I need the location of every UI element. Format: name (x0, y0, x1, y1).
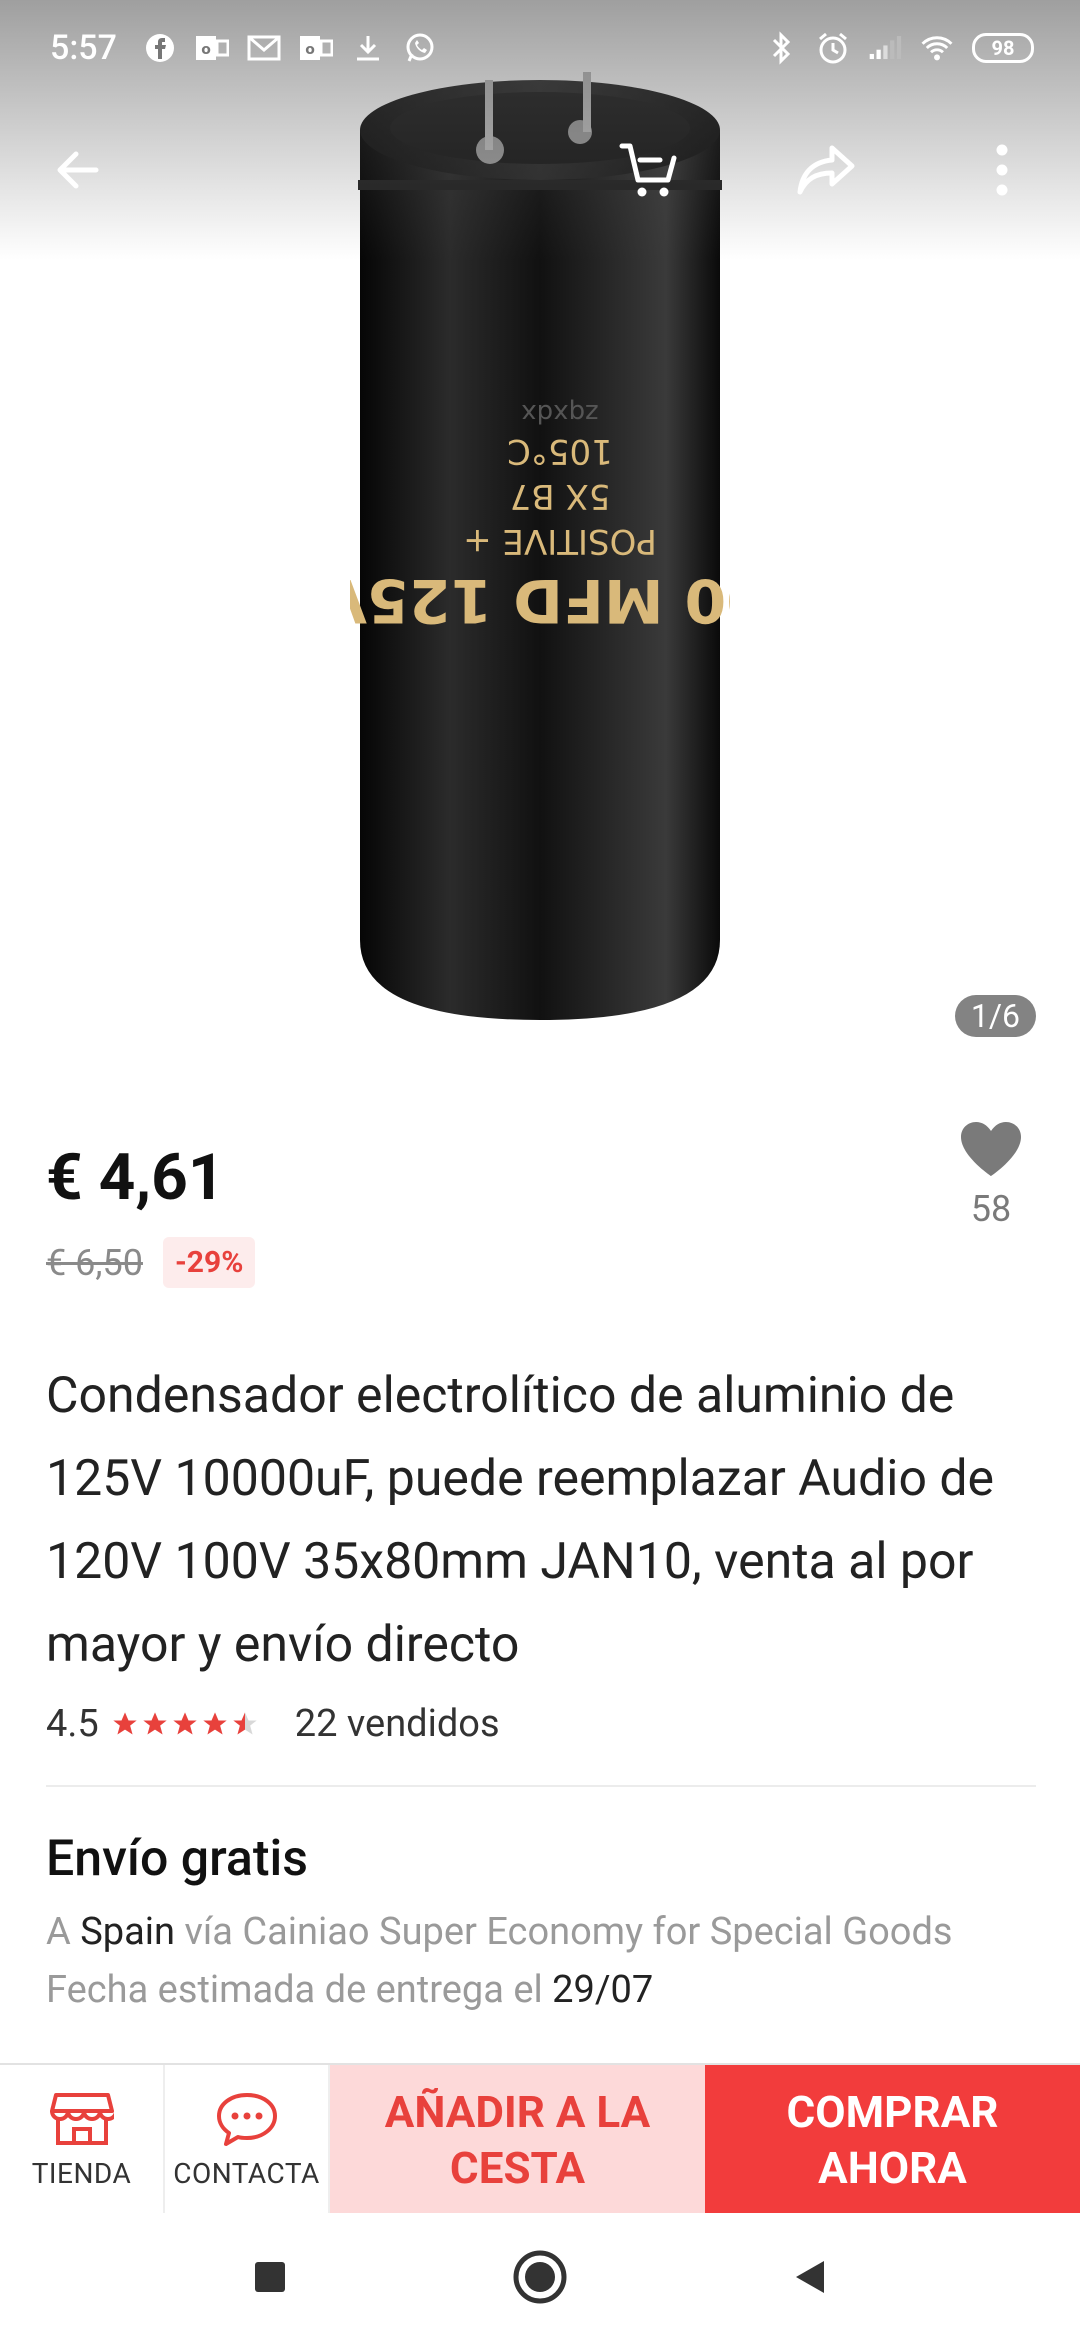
image-pager: 1/6 (954, 995, 1036, 1037)
outlook-icon: o (195, 31, 229, 65)
shipping-method: vía Cainiao Super Economy for Special Go… (184, 1910, 953, 1954)
home-button[interactable] (500, 2237, 580, 2317)
cart-icon (619, 143, 677, 197)
battery-indicator: 98 (972, 33, 1034, 63)
system-back-button[interactable] (770, 2237, 850, 2317)
rating-row[interactable]: 4.5 22 vendidos (46, 1702, 500, 1746)
buy-now-button[interactable]: COMPRAR AHORA (705, 2065, 1080, 2215)
star-icon (173, 1712, 197, 1735)
section-divider (46, 1785, 1036, 1787)
discount-badge: -29% (162, 1237, 256, 1288)
sold-count: 22 vendidos (294, 1702, 500, 1746)
gmail-icon (247, 31, 281, 65)
back-arrow-icon (57, 151, 99, 189)
product-title: Condensador electrolítico de aluminio de… (46, 1367, 995, 1674)
share-button[interactable] (778, 122, 874, 218)
rating-stars (111, 1710, 259, 1738)
original-price-row: € 6,50 -29% (46, 1237, 1036, 1288)
square-icon (255, 2261, 285, 2292)
capacitor-marking-1: 10000 MFD 125VDC (350, 565, 730, 635)
alarm-icon (816, 31, 850, 65)
delivery-date: 29/07 (552, 1968, 654, 2012)
delivery-estimate: Fecha estimada de entrega el 29/07 (46, 1968, 653, 2012)
svg-text:o: o (201, 42, 211, 58)
more-options-button[interactable] (954, 122, 1050, 218)
star-icon (203, 1712, 227, 1735)
wifi-icon (920, 31, 954, 65)
store-button[interactable]: TIENDA (0, 2065, 165, 2215)
more-vertical-icon (996, 144, 1008, 196)
star-icon (113, 1712, 137, 1735)
shipping-country: Spain (80, 1910, 176, 1954)
rating-value: 4.5 (46, 1702, 99, 1746)
shipping-title[interactable]: Envío gratis (46, 1830, 308, 1888)
wishlist-button[interactable]: 58 (946, 1120, 1036, 1230)
add-to-cart-button[interactable]: AÑADIR A LA CESTA (330, 2065, 705, 2215)
half-star-icon (233, 1712, 257, 1735)
bluetooth-icon (764, 31, 798, 65)
back-button[interactable] (30, 122, 126, 218)
chat-icon (216, 2092, 277, 2146)
whatsapp-icon (403, 31, 437, 65)
status-bar: 5:57 o o 98 (0, 0, 1080, 96)
outlook-icon: o (299, 31, 333, 65)
product-toolbar (0, 110, 1080, 230)
svg-text:o: o (305, 42, 315, 58)
signal-icon (868, 31, 902, 65)
triangle-back-icon (796, 2260, 824, 2293)
wishlist-count: 58 (970, 1188, 1012, 1230)
store-label: TIENDA (31, 2156, 132, 2190)
recents-button[interactable] (230, 2237, 310, 2317)
shipping-to-prefix: A (46, 1910, 71, 1954)
price-section: € 4,61 € 6,50 -29% 58 (46, 1122, 1036, 1288)
status-time: 5:57 (50, 28, 117, 68)
contact-label: CONTACTA (173, 2156, 320, 2190)
current-price: € 4,61 (46, 1140, 225, 1215)
capacitor-marking-5: zqxdx (521, 398, 598, 428)
capacitor-marking-2: POSITIVE + (463, 521, 657, 561)
bottom-action-bar: TIENDA CONTACTA AÑADIR A LA CESTA COMPRA… (0, 2063, 1080, 2215)
contact-button[interactable]: CONTACTA (165, 2065, 330, 2215)
heart-icon (961, 1122, 1021, 1176)
shipping-route: A Spain vía Cainiao Super Economy for Sp… (46, 1910, 952, 1954)
capacitor-marking-3: 5X B7 (510, 476, 611, 516)
system-navigation-bar (0, 2213, 1080, 2340)
original-price: € 6,50 (46, 1241, 143, 1284)
delivery-estimate-label: Fecha estimada de entrega el (46, 1968, 543, 2012)
capacitor-marking-4: 105°C (507, 431, 613, 471)
download-icon (351, 31, 385, 65)
store-icon (49, 2092, 114, 2145)
facebook-icon (143, 31, 177, 65)
circle-icon (513, 2250, 567, 2303)
star-icon (143, 1712, 167, 1735)
cart-button[interactable] (602, 122, 698, 218)
share-icon (797, 145, 855, 195)
